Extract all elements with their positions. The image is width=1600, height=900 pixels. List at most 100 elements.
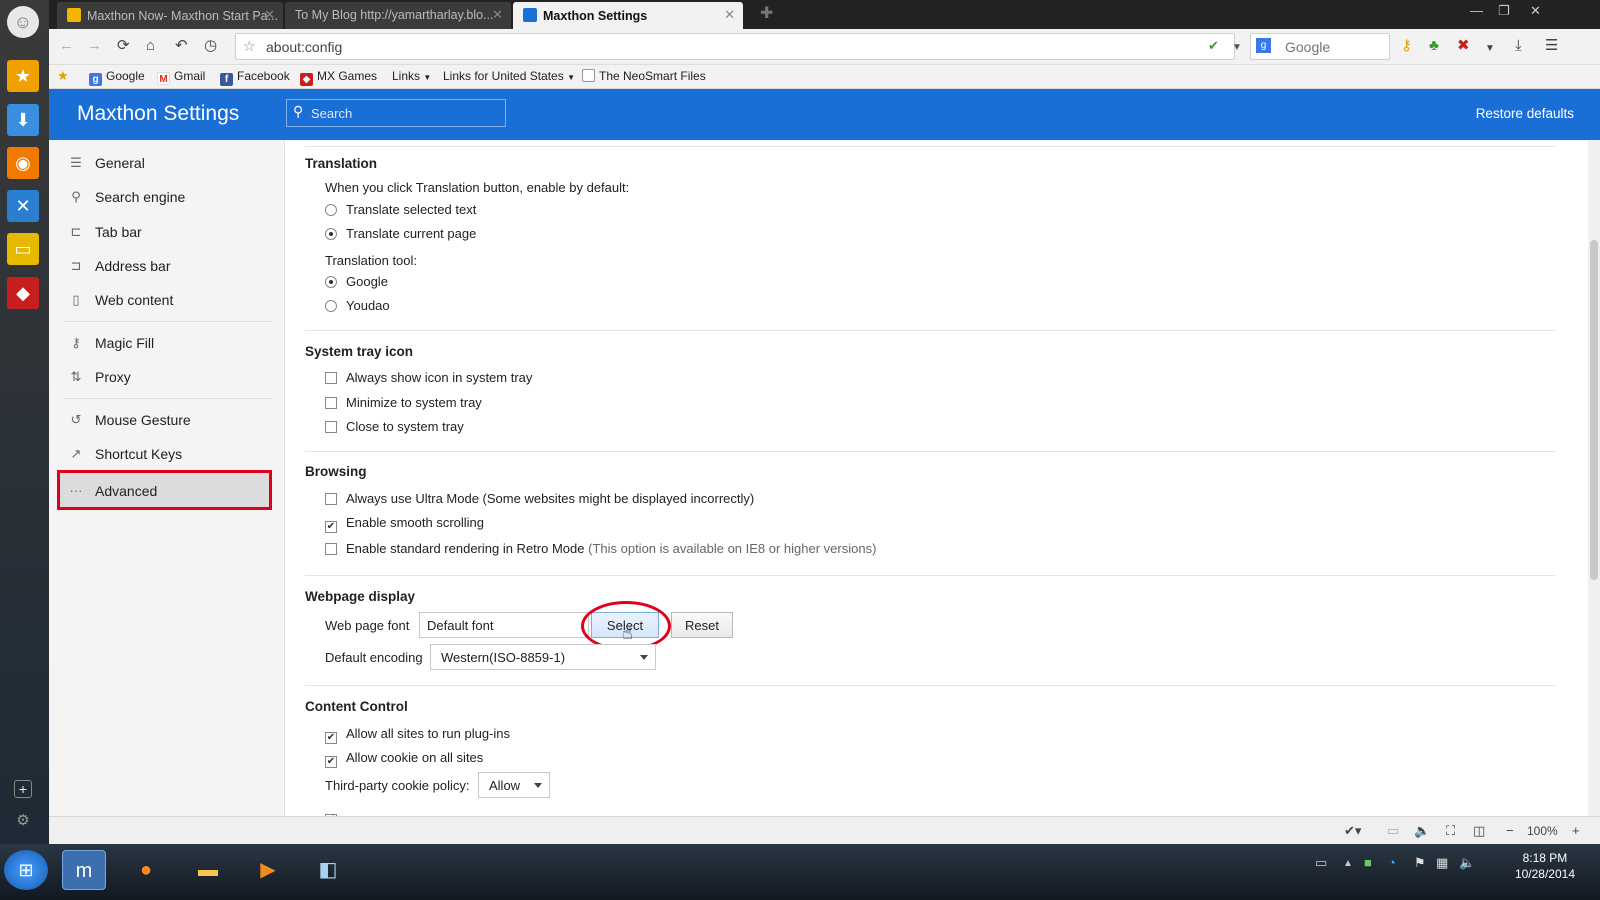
address-bar[interactable]: ☆ ✔ [235,33,1235,60]
bookmark-star-icon[interactable]: ☆ [243,37,256,55]
zoom-out-icon[interactable]: − [1506,823,1514,838]
sidebar-item-advanced[interactable]: ··· Advanced [57,470,272,510]
menu-icon[interactable]: ☰ [1545,37,1558,55]
address-input[interactable] [266,37,1166,56]
notepad-icon[interactable]: ◧ [306,850,350,890]
cookie-policy-select[interactable]: Allow [478,772,550,798]
checkbox-allow-cookies[interactable]: ✔ Allow cookie on all sites [325,750,483,768]
zoom-level[interactable]: 100% [1527,824,1558,838]
settings-gear-icon[interactable]: ⚙ [14,812,32,830]
close-icon[interactable]: ✕ [264,7,275,23]
radio-translate-page[interactable]: Translate current page [325,226,476,241]
sidebar-item-shortcut-keys[interactable]: ↗ Shortcut Keys [57,439,272,471]
status-menu-icon[interactable]: ✔▾ [1344,823,1361,839]
bookmark-mx-games[interactable]: ◆ MX Games [300,69,377,86]
favorites-icon[interactable]: ★ [57,68,69,84]
checkbox-retro-mode[interactable]: Enable standard rendering in Retro Mode … [325,541,876,556]
checkbox[interactable] [325,397,337,409]
sidebar-item-magic-fill[interactable]: ⚷ Magic Fill [57,328,272,360]
radio-button[interactable] [325,204,337,216]
google-icon[interactable]: g [1256,38,1271,53]
zoom-in-icon[interactable]: + [1572,823,1580,838]
games-icon[interactable]: ◆ [7,277,39,309]
maxthon-taskbar-icon[interactable]: m [62,850,106,890]
reset-font-button[interactable]: Reset [671,612,733,638]
tray-expand-icon[interactable]: ▲ [1343,858,1353,869]
refresh-icon[interactable]: ⟳ [117,37,130,55]
tray-flag-icon[interactable]: ⚑ [1414,855,1426,871]
bookmark-links-us[interactable]: Links for United States ▼ [443,69,575,83]
adblock-dropdown-icon[interactable]: ▼ [1485,40,1495,58]
bookmark-google[interactable]: g Google [89,69,145,86]
scrollbar-thumb[interactable] [1590,240,1598,580]
tray-volume-icon[interactable]: 🔈 [1459,855,1475,871]
back-icon[interactable]: ← [59,37,74,55]
downloads-icon[interactable]: ⤓ [1515,37,1522,55]
checkbox[interactable] [325,421,337,433]
sidebar-item-search-engine[interactable]: ⚲ Search engine [57,182,272,214]
checkbox[interactable]: ✔ [325,756,337,768]
history-icon[interactable]: ◷ [204,37,217,55]
add-icon[interactable]: + [14,780,32,798]
adblock-icon[interactable]: ✖ [1457,37,1470,55]
address-dropdown-icon[interactable]: ▼ [1232,39,1242,57]
pin-icon[interactable]: ✔ [1208,37,1219,55]
close-icon[interactable]: ✕ [724,7,735,23]
settings-search[interactable]: ⚲ [286,99,506,127]
tray-app-icon[interactable]: ■ [1364,855,1372,870]
folder-icon[interactable]: ▬ [186,850,230,890]
download-icon[interactable]: ⬇ [7,104,39,136]
key-icon[interactable]: ⚷ [1401,37,1412,55]
radio-button[interactable] [325,276,337,288]
sidebar-item-general[interactable]: ☰ General [57,148,272,180]
undo-icon[interactable]: ↶ [175,37,188,55]
close-icon[interactable]: ✕ [492,7,503,23]
sidebar-item-proxy[interactable]: ⇅ Proxy [57,362,272,394]
tray-keyboard-icon[interactable]: ▭ [1315,855,1327,871]
tab-maxthon-now[interactable]: Maxthon Now- Maxthon Start Pa... ✕ [57,2,283,29]
scrollbar[interactable] [1588,140,1600,830]
checkbox[interactable] [325,372,337,384]
rss-icon[interactable]: ◉ [7,147,39,179]
minimize-icon[interactable]: — [1470,3,1483,18]
system-clock[interactable]: 8:18 PM 10/28/2014 [1515,850,1575,882]
tools-icon[interactable]: ✕ [7,190,39,222]
split-screen-icon[interactable]: ◫ [1473,823,1485,839]
bookmark-links[interactable]: Links ▼ [392,69,431,83]
checkbox[interactable] [325,493,337,505]
radio-button[interactable] [325,228,337,240]
radio-translate-selected[interactable]: Translate selected text [325,202,476,217]
favorites-star-icon[interactable]: ★ [7,60,39,92]
checkbox-minimize-tray[interactable]: Minimize to system tray [325,395,482,410]
checkbox[interactable]: ✔ [325,732,337,744]
close-window-icon[interactable]: ✕ [1530,3,1541,19]
sidebar-item-tab-bar[interactable]: ⊏ Tab bar [57,217,272,249]
settings-search-input[interactable] [311,104,501,122]
default-encoding-select[interactable]: Western(ISO-8859-1) [430,644,656,670]
tray-network-icon[interactable]: ▦ [1436,855,1448,871]
home-icon[interactable]: ⌂ [146,37,155,55]
fullscreen-icon[interactable]: ⛶ [1446,823,1455,839]
notes-icon[interactable]: ▭ [7,233,39,265]
restore-window-icon[interactable]: ❐ [1498,3,1510,19]
checkbox-ultra-mode[interactable]: Always use Ultra Mode (Some websites mig… [325,491,754,506]
radio-tool-youdao[interactable]: Youdao [325,298,390,313]
checkbox-always-show-tray[interactable]: Always show icon in system tray [325,370,532,385]
tab-maxthon-settings[interactable]: Maxthon Settings ✕ [513,2,743,29]
web-search-box[interactable]: g [1250,33,1390,60]
sidebar-item-web-content[interactable]: ▯ Web content [57,285,272,317]
bookmark-facebook[interactable]: f Facebook [220,69,290,86]
new-tab-icon[interactable]: ✚ [760,3,773,23]
checkbox[interactable] [325,543,337,555]
bookmark-neosmart[interactable]: The NeoSmart Files [582,69,706,83]
tab-blog[interactable]: To My Blog http://yamartharlay.blo... ✕ [285,2,511,29]
checkbox-allow-plugins[interactable]: ✔ Allow all sites to run plug-ins [325,726,510,744]
radio-button[interactable] [325,300,337,312]
screen-capture-icon[interactable]: ▭ [1387,823,1399,839]
volume-icon[interactable]: 🔈 [1414,823,1430,839]
user-avatar-icon[interactable]: ☺ [7,6,39,38]
bookmark-gmail[interactable]: M Gmail [157,69,205,85]
checkbox-close-tray[interactable]: Close to system tray [325,419,464,434]
checkbox[interactable]: ✔ [325,521,337,533]
restore-defaults-link[interactable]: Restore defaults [1476,106,1574,121]
